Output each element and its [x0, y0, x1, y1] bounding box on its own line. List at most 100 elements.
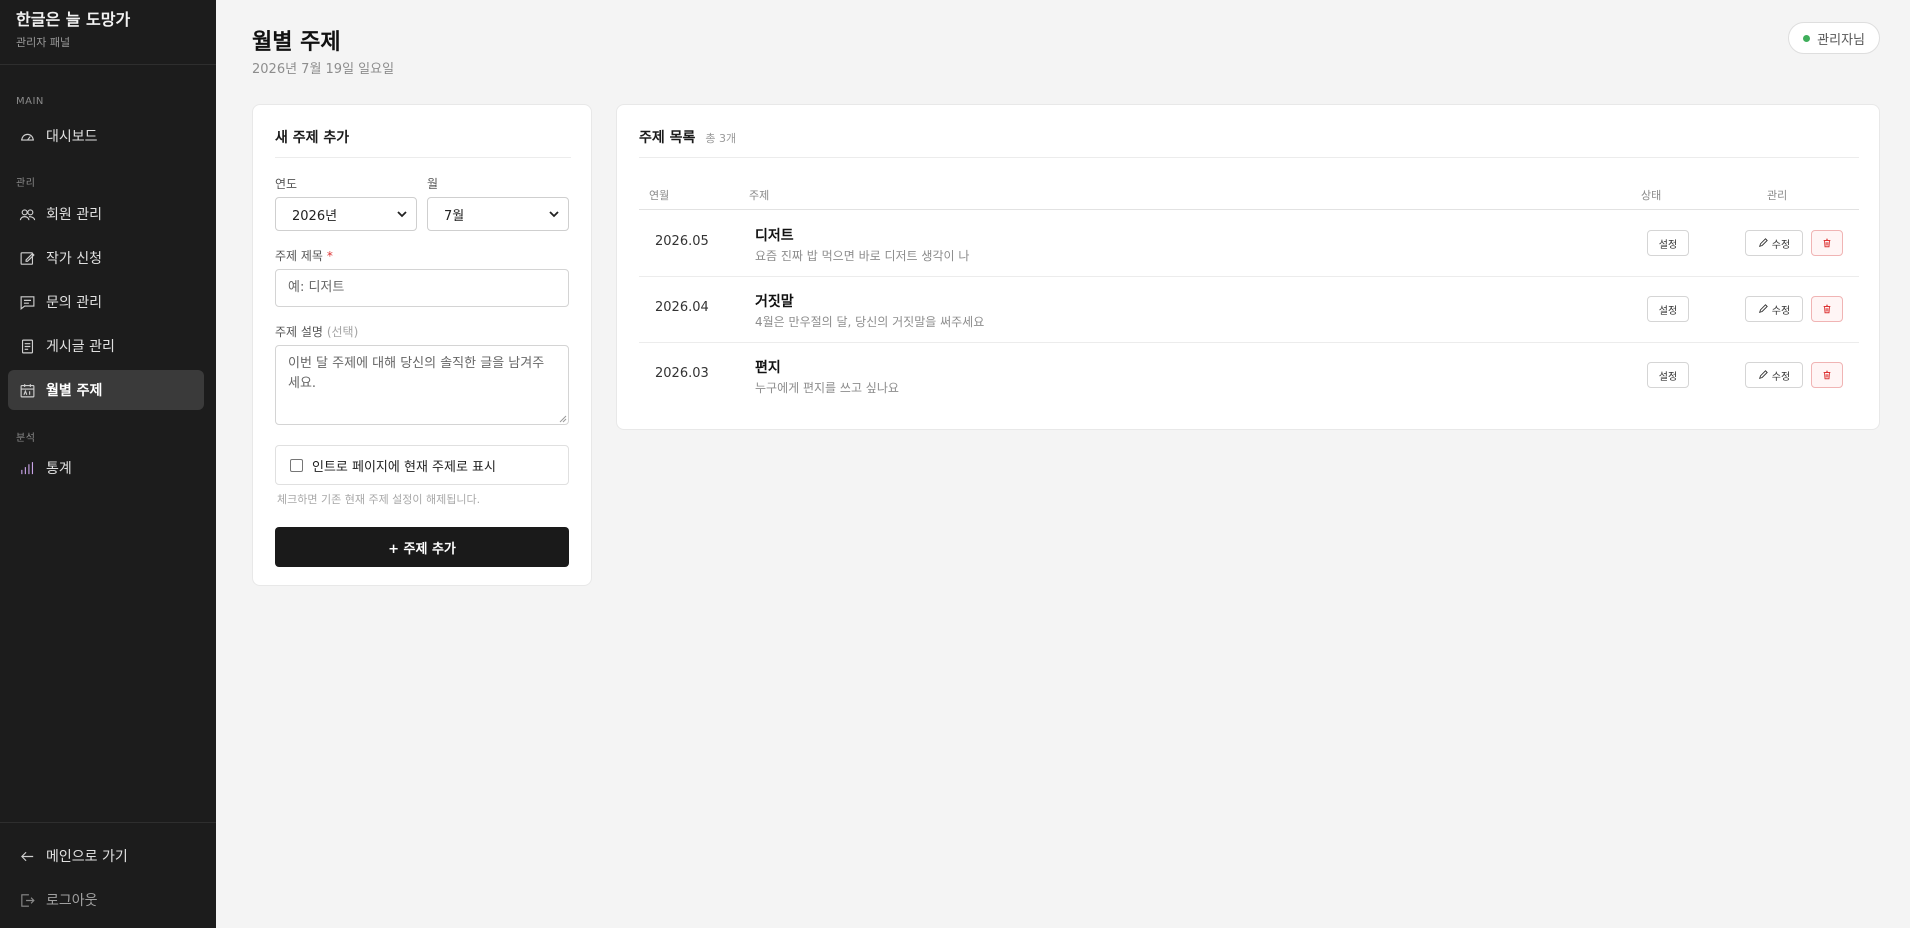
pencil-icon [1758, 370, 1768, 380]
pencil-icon [1758, 304, 1768, 314]
topic-count: 총 3개 [705, 132, 737, 145]
row-topic-name: 디저트 [755, 228, 794, 244]
card-divider [275, 157, 571, 158]
row-topic-name: 편지 [755, 360, 781, 376]
bar-chart-icon [18, 459, 36, 477]
sidebar: 한글은 늘 도망가 관리자 패널 MAIN 대시보드 관리 회원 관리 작가 신… [0, 0, 216, 928]
brand-subtitle: 관리자 패널 [16, 36, 71, 49]
month-select[interactable]: 7월 [427, 197, 569, 231]
section-label-main: MAIN [16, 96, 44, 107]
go-main-label: 메인으로 가기 [46, 849, 128, 865]
edit-label: 수정 [1771, 371, 1791, 383]
row-topic-desc: 누구에게 편지를 쓰고 싶나요 [755, 381, 899, 395]
resize-handle-icon[interactable] [559, 415, 567, 423]
column-header-topic: 주제 [749, 189, 770, 202]
delete-button[interactable] [1811, 362, 1843, 388]
topic-list-header: 주제 목록 총 3개 [639, 127, 736, 147]
sidebar-divider [0, 822, 216, 823]
topic-desc-label-text: 주제 설명 [275, 325, 323, 339]
edit-icon [18, 249, 36, 267]
row-date: 2026.04 [655, 300, 709, 315]
checkbox-square[interactable] [290, 458, 303, 472]
message-icon [18, 293, 36, 311]
brand: 한글은 늘 도망가 관리자 패널 [0, 0, 216, 65]
month-label: 월 [427, 177, 439, 191]
topic-title-label-text: 주제 제목 [275, 249, 323, 263]
go-main-link[interactable]: 메인으로 가기 [8, 836, 204, 876]
row-topic-name: 거짓말 [755, 294, 794, 310]
column-header-date: 연월 [649, 189, 670, 202]
trash-icon [1823, 238, 1831, 248]
sidebar-item-label: 문의 관리 [46, 295, 102, 311]
edit-button[interactable]: 수정 [1745, 296, 1803, 322]
delete-button[interactable] [1811, 296, 1843, 322]
sidebar-item-dashboard[interactable]: 대시보드 [8, 116, 204, 156]
edit-label: 수정 [1771, 305, 1791, 317]
sidebar-item-monthly-topic[interactable]: 월별 주제 [8, 370, 204, 410]
sidebar-item-label: 작가 신청 [46, 251, 102, 267]
sidebar-item-inquiries[interactable]: 문의 관리 [8, 282, 204, 322]
row-date: 2026.03 [655, 366, 709, 381]
sidebar-item-stats[interactable]: 통계 [8, 448, 204, 488]
table-row: 2026.05 디저트 요즘 진짜 밥 먹으면 바로 디저트 생각이 나 설정 … [639, 210, 1859, 276]
admin-badge[interactable]: 관리자님 [1788, 22, 1880, 54]
users-icon [18, 205, 36, 223]
topic-title-label: 주제 제목 * [275, 247, 333, 264]
delete-button[interactable] [1811, 230, 1843, 256]
row-topic-desc: 4월은 만우절의 달, 당신의 거짓말을 써주세요 [755, 315, 985, 329]
edit-label: 수정 [1771, 239, 1791, 251]
show-on-intro-checkbox[interactable]: 인트로 페이지에 현재 주제로 표시 [275, 445, 569, 485]
sidebar-item-posts[interactable]: 게시글 관리 [8, 326, 204, 366]
topic-desc-textarea[interactable]: 이번 달 주제에 대해 당신의 솔직한 글을 남겨주세요. [275, 345, 569, 425]
edit-button[interactable]: 수정 [1745, 362, 1803, 388]
column-header-manage: 관리 [1767, 189, 1788, 202]
required-mark: * [326, 249, 333, 263]
page-date: 2026년 7월 19일 일요일 [252, 62, 395, 77]
chevron-down-icon [549, 211, 559, 218]
arrow-left-icon [18, 847, 36, 865]
document-icon [18, 337, 36, 355]
set-current-button[interactable]: 설정 [1647, 296, 1689, 322]
admin-label: 관리자님 [1817, 32, 1865, 48]
checkbox-hint: 체크하면 기존 현재 주제 설정이 해제됩니다. [277, 493, 481, 506]
year-select[interactable]: 2026년 [275, 197, 417, 231]
topic-title-input[interactable]: 예: 디저트 [275, 269, 569, 307]
gauge-icon [18, 127, 36, 145]
topic-list-card: 주제 목록 총 3개 연월 주제 상태 관리 2026.05 디저트 요즘 진짜… [616, 104, 1880, 430]
logout-icon [18, 891, 36, 909]
row-topic-desc: 요즘 진짜 밥 먹으면 바로 디저트 생각이 나 [755, 249, 970, 263]
brand-title: 한글은 늘 도망가 [16, 10, 131, 29]
chevron-down-icon [397, 211, 407, 218]
topic-desc-label: 주제 설명 (선택) [275, 323, 358, 340]
sidebar-item-members[interactable]: 회원 관리 [8, 194, 204, 234]
sidebar-item-label: 게시글 관리 [46, 339, 115, 355]
sidebar-item-label: 통계 [46, 461, 72, 477]
logout-label: 로그아웃 [46, 893, 98, 909]
edit-button[interactable]: 수정 [1745, 230, 1803, 256]
online-status-dot [1803, 34, 1811, 42]
add-topic-title: 새 주제 추가 [275, 130, 350, 146]
trash-icon [1823, 370, 1831, 380]
set-current-button[interactable]: 설정 [1647, 230, 1689, 256]
sidebar-item-label: 회원 관리 [46, 207, 102, 223]
month-value: 7월 [444, 208, 465, 224]
optional-mark: (선택) [326, 325, 359, 339]
section-label-analytics: 분석 [16, 433, 36, 444]
row-date: 2026.05 [655, 234, 709, 249]
year-label: 연도 [275, 177, 298, 191]
calendar-icon [18, 381, 36, 399]
add-topic-button[interactable]: + 주제 추가 [275, 527, 569, 567]
add-topic-card: 새 주제 추가 연도 2026년 월 7월 주제 제목 * 예: 디저트 주제 … [252, 104, 592, 586]
topic-list-title: 주제 목록 [639, 130, 696, 146]
set-current-button[interactable]: 설정 [1647, 362, 1689, 388]
pencil-icon [1758, 238, 1768, 248]
logout-link[interactable]: 로그아웃 [8, 880, 204, 920]
column-header-status: 상태 [1641, 189, 1662, 202]
card-divider [639, 157, 1859, 158]
checkbox-label: 인트로 페이지에 현재 주제로 표시 [312, 459, 496, 475]
table-row: 2026.03 편지 누구에게 편지를 쓰고 싶나요 설정 수정 [639, 342, 1859, 408]
sidebar-item-writer-apply[interactable]: 작가 신청 [8, 238, 204, 278]
table-row: 2026.04 거짓말 4월은 만우절의 달, 당신의 거짓말을 써주세요 설정… [639, 276, 1859, 342]
page-title: 월별 주제 [252, 30, 341, 55]
trash-icon [1823, 304, 1831, 314]
